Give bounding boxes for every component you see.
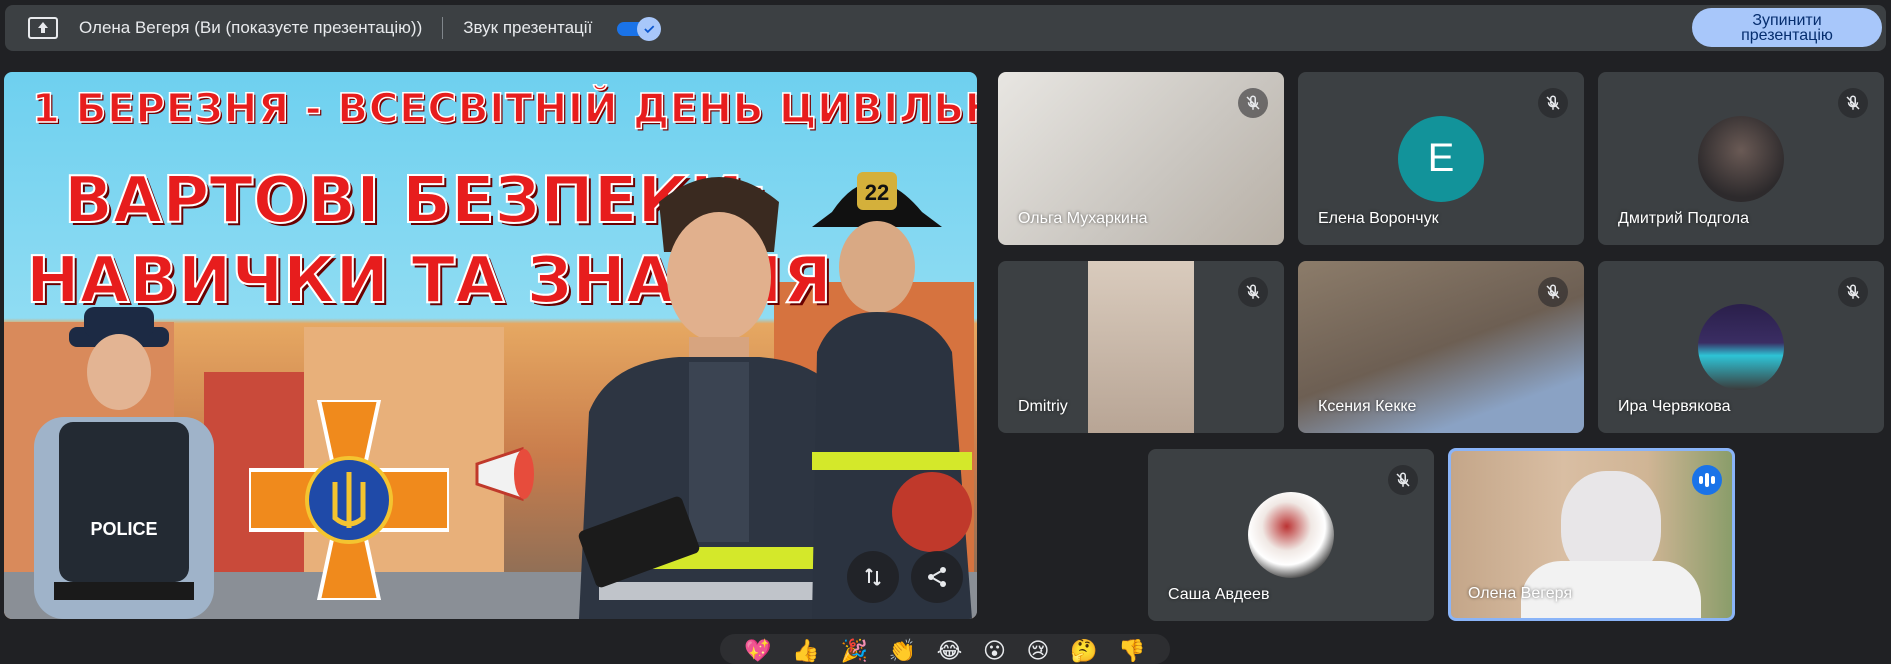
participant-name: Елена Ворончук: [1318, 210, 1439, 227]
participant-tile[interactable]: Ксения Кекке: [1298, 261, 1584, 433]
avatar: [1698, 115, 1784, 202]
check-icon: [644, 25, 655, 34]
mic-off-icon: [1838, 88, 1868, 118]
reaction-heart[interactable]: 💖: [744, 640, 771, 662]
mic-off-icon: [1538, 88, 1568, 118]
participant-name: Ксения Кекке: [1318, 398, 1417, 415]
participant-tile[interactable]: Дмитрий Подгола: [1598, 72, 1884, 245]
mic-off-icon: [1238, 277, 1268, 307]
firefighter-helmet-illustration: 22: [812, 172, 972, 619]
participant-name: Ира Червякова: [1618, 398, 1731, 415]
divider: [442, 17, 444, 39]
reaction-laugh[interactable]: 😂: [937, 640, 963, 662]
reactions-bar: 💖 👍 🎉 👏 😂 😮 😢 🤔 👎: [720, 634, 1170, 664]
presentation-sound-label: Звук презентації: [463, 18, 593, 37]
civil-defense-emblem: [249, 400, 449, 600]
presentation-slide: 1 БЕРЕЗНЯ - ВСЕСВІТНІЙ ДЕНЬ ЦИВІЛЬНОЇ ОБ…: [4, 72, 977, 619]
share-button[interactable]: [911, 551, 963, 603]
avatar: Е: [1398, 115, 1484, 202]
stop-presenting-button[interactable]: Зупинити презентацію: [1692, 8, 1882, 47]
presenter-status-text: Олена Вегеря (Ви (показуєте презентацію)…: [79, 18, 423, 37]
mic-off-icon: [1538, 277, 1568, 307]
presenting-bar: Олена Вегеря (Ви (показуєте презентацію)…: [5, 5, 1886, 51]
share-icon: [928, 567, 946, 587]
reaction-clap[interactable]: 👏: [889, 640, 916, 662]
avatar: [1698, 304, 1784, 390]
participant-name: Олена Вегеря: [1468, 585, 1573, 602]
participant-tile-speaking[interactable]: Олена Вегеря: [1448, 448, 1735, 621]
police-officer-illustration: POLICE: [34, 307, 214, 619]
reaction-party[interactable]: 🎉: [840, 640, 867, 662]
present-screen-icon: [28, 17, 58, 39]
helmet-number: 22: [865, 180, 889, 205]
swap-vertical-icon: [865, 568, 881, 586]
speaking-indicator-icon: [1692, 465, 1722, 495]
reaction-surprised[interactable]: 😮: [983, 640, 1006, 662]
participant-video: [1088, 261, 1194, 433]
participant-name: Dmitriy: [1018, 398, 1068, 415]
presentation-sound-toggle[interactable]: [617, 17, 662, 41]
reaction-sad[interactable]: 😢: [1027, 640, 1050, 662]
participant-tile[interactable]: Ольга Мухаркина: [998, 72, 1284, 245]
avatar: [1248, 492, 1334, 578]
toggle-knob: [637, 17, 662, 41]
mic-off-icon: [1238, 88, 1268, 118]
police-badge-text: POLICE: [90, 519, 157, 539]
participant-tile[interactable]: Саша Авдеев: [1148, 449, 1434, 621]
swap-layout-button[interactable]: [847, 551, 899, 603]
participant-name: Дмитрий Подгола: [1618, 210, 1749, 227]
reaction-thumbs-up[interactable]: 👍: [792, 640, 819, 662]
participant-tile[interactable]: Ира Червякова: [1598, 261, 1884, 433]
participant-name: Ольга Мухаркина: [1018, 210, 1148, 227]
mic-off-icon: [1838, 277, 1868, 307]
participant-tile[interactable]: Dmitriy: [998, 261, 1284, 433]
participant-tile[interactable]: Е Елена Ворончук: [1298, 72, 1584, 245]
reaction-thumbs-down[interactable]: 👎: [1118, 640, 1145, 662]
mic-off-icon: [1388, 465, 1418, 495]
participant-name: Саша Авдеев: [1168, 586, 1270, 603]
reaction-thinking[interactable]: 🤔: [1070, 640, 1097, 662]
slide-headline: 1 БЕРЕЗНЯ - ВСЕСВІТНІЙ ДЕНЬ ЦИВІЛЬНОЇ ОБ…: [31, 85, 977, 133]
megaphone-illustration: [475, 446, 534, 502]
